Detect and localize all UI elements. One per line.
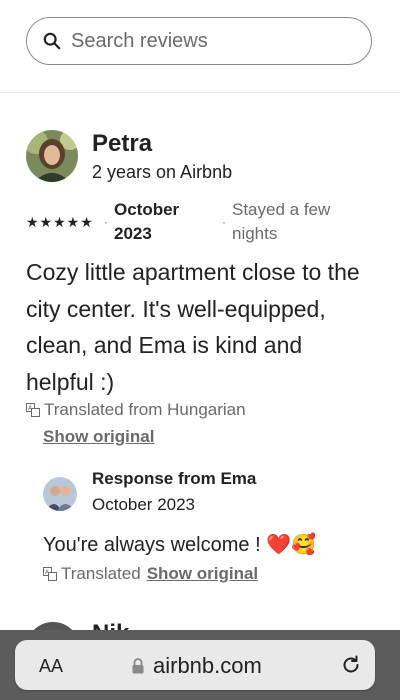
response-show-original-link[interactable]: Show original: [147, 564, 258, 584]
show-original-link[interactable]: Show original: [43, 427, 154, 447]
separator-dot: ·: [104, 215, 108, 229]
star-rating-icons: ★★★★★: [26, 214, 94, 230]
review-date: October 2023: [114, 200, 180, 243]
browser-toolbar: AA airbnb.com: [0, 630, 400, 700]
response-text: You're always welcome ! ❤️🥰: [43, 534, 316, 556]
text-size-button[interactable]: AA: [39, 656, 63, 677]
host-avatar[interactable]: [43, 477, 77, 511]
separator-dot: ·: [222, 215, 226, 229]
address-bar[interactable]: AA airbnb.com: [15, 640, 375, 690]
reviewer-avatar[interactable]: [26, 130, 78, 182]
review-meta: ★★★★★ · October 2023 · Stayed a few nigh…: [26, 196, 386, 248]
translated-note: A Translated from Hungarian: [26, 400, 246, 420]
translated-label: Translated from Hungarian: [44, 400, 246, 419]
search-input[interactable]: [71, 29, 341, 53]
reviewer-name: Petra: [92, 130, 153, 157]
search-section: [0, 0, 400, 93]
translate-icon: A: [43, 567, 57, 581]
stay-length: Stayed a few nights: [232, 200, 331, 243]
reload-icon[interactable]: [340, 654, 362, 676]
review-text: Cozy little apartment close to the city …: [26, 259, 360, 395]
response-translated-note: A Translated Show original: [43, 564, 258, 584]
response-translated-label: Translated: [61, 564, 141, 583]
reviewer-tenure: 2 years on Airbnb: [92, 162, 233, 182]
url-text[interactable]: airbnb.com: [153, 653, 262, 679]
search-reviews-field[interactable]: [26, 17, 372, 65]
response-title: Response from Ema: [92, 469, 257, 488]
response-date: October 2023: [92, 495, 196, 514]
translate-icon: A: [26, 403, 40, 417]
lock-icon: [132, 658, 144, 674]
search-icon: [43, 32, 61, 50]
